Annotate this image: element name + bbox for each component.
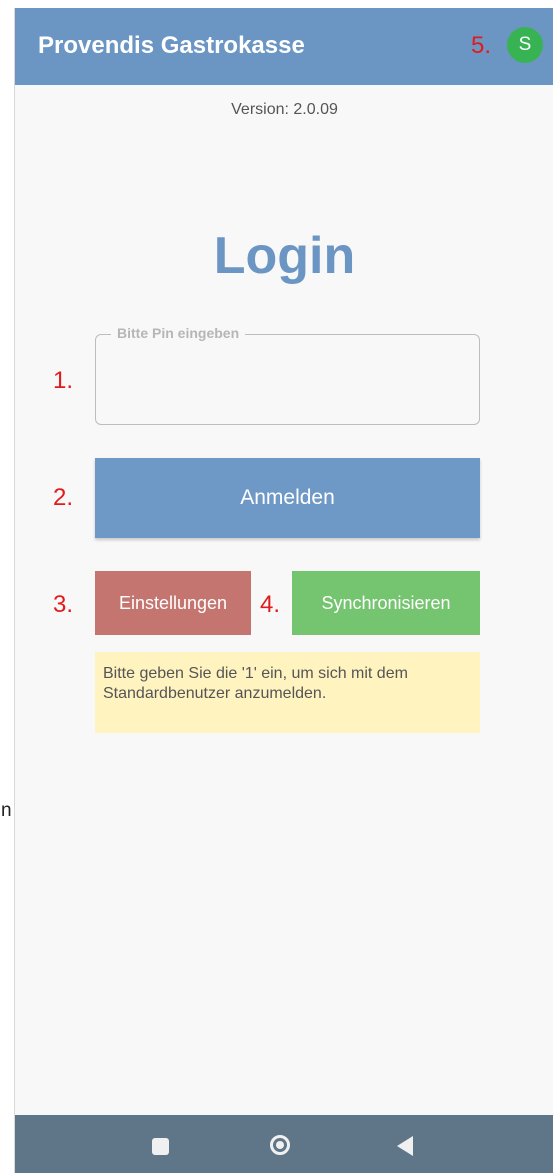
- user-avatar[interactable]: S: [507, 27, 543, 63]
- cut-off-text: n: [1, 800, 12, 821]
- annotation-marker-5: 5.: [471, 32, 492, 59]
- login-button[interactable]: Anmelden: [95, 458, 480, 538]
- annotation-marker-3: 3.: [53, 591, 74, 618]
- settings-button[interactable]: Einstellungen: [95, 571, 251, 635]
- system-nav-bar: [15, 1115, 553, 1173]
- home-icon[interactable]: [270, 1135, 290, 1155]
- left-edge-strip: [0, 0, 14, 1173]
- pin-input-label: Bitte Pin eingeben: [111, 325, 246, 341]
- app-title: Provendis Gastrokasse: [38, 32, 305, 59]
- back-icon[interactable]: [397, 1136, 413, 1156]
- version-label: Version: 2.0.09: [231, 101, 338, 118]
- annotation-marker-1: 1.: [53, 367, 74, 394]
- recents-icon[interactable]: [152, 1138, 169, 1155]
- pin-input[interactable]: Bitte Pin eingeben: [95, 325, 480, 425]
- sync-button[interactable]: Synchronisieren: [292, 571, 480, 635]
- annotation-marker-4: 4.: [260, 591, 281, 618]
- annotation-marker-2: 2.: [53, 484, 74, 511]
- hint-message: Bitte geben Sie die '1' ein, um sich mit…: [95, 652, 480, 733]
- app-screen: Provendis Gastrokasse 5. S Version: 2.0.…: [14, 8, 553, 1173]
- login-title: Login: [213, 227, 356, 285]
- app-bar: Provendis Gastrokasse 5. S: [15, 8, 553, 85]
